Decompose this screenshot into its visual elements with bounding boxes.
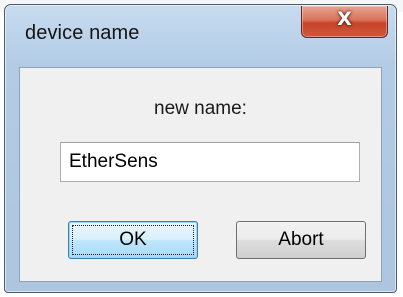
abort-button-label: Abort <box>278 229 324 250</box>
new-name-label: new name: <box>154 98 247 119</box>
ok-button[interactable]: OK <box>68 221 198 259</box>
ok-button-label: OK <box>119 229 147 250</box>
close-icon: X <box>337 8 352 30</box>
abort-button[interactable]: Abort <box>236 221 366 259</box>
device-name-dialog: device name X new name: OK Abort <box>4 4 397 293</box>
close-button[interactable]: X <box>301 6 388 38</box>
device-name-input[interactable] <box>60 142 360 182</box>
dialog-client-area: new name: OK Abort <box>19 67 382 282</box>
dialog-title: device name <box>25 22 140 44</box>
